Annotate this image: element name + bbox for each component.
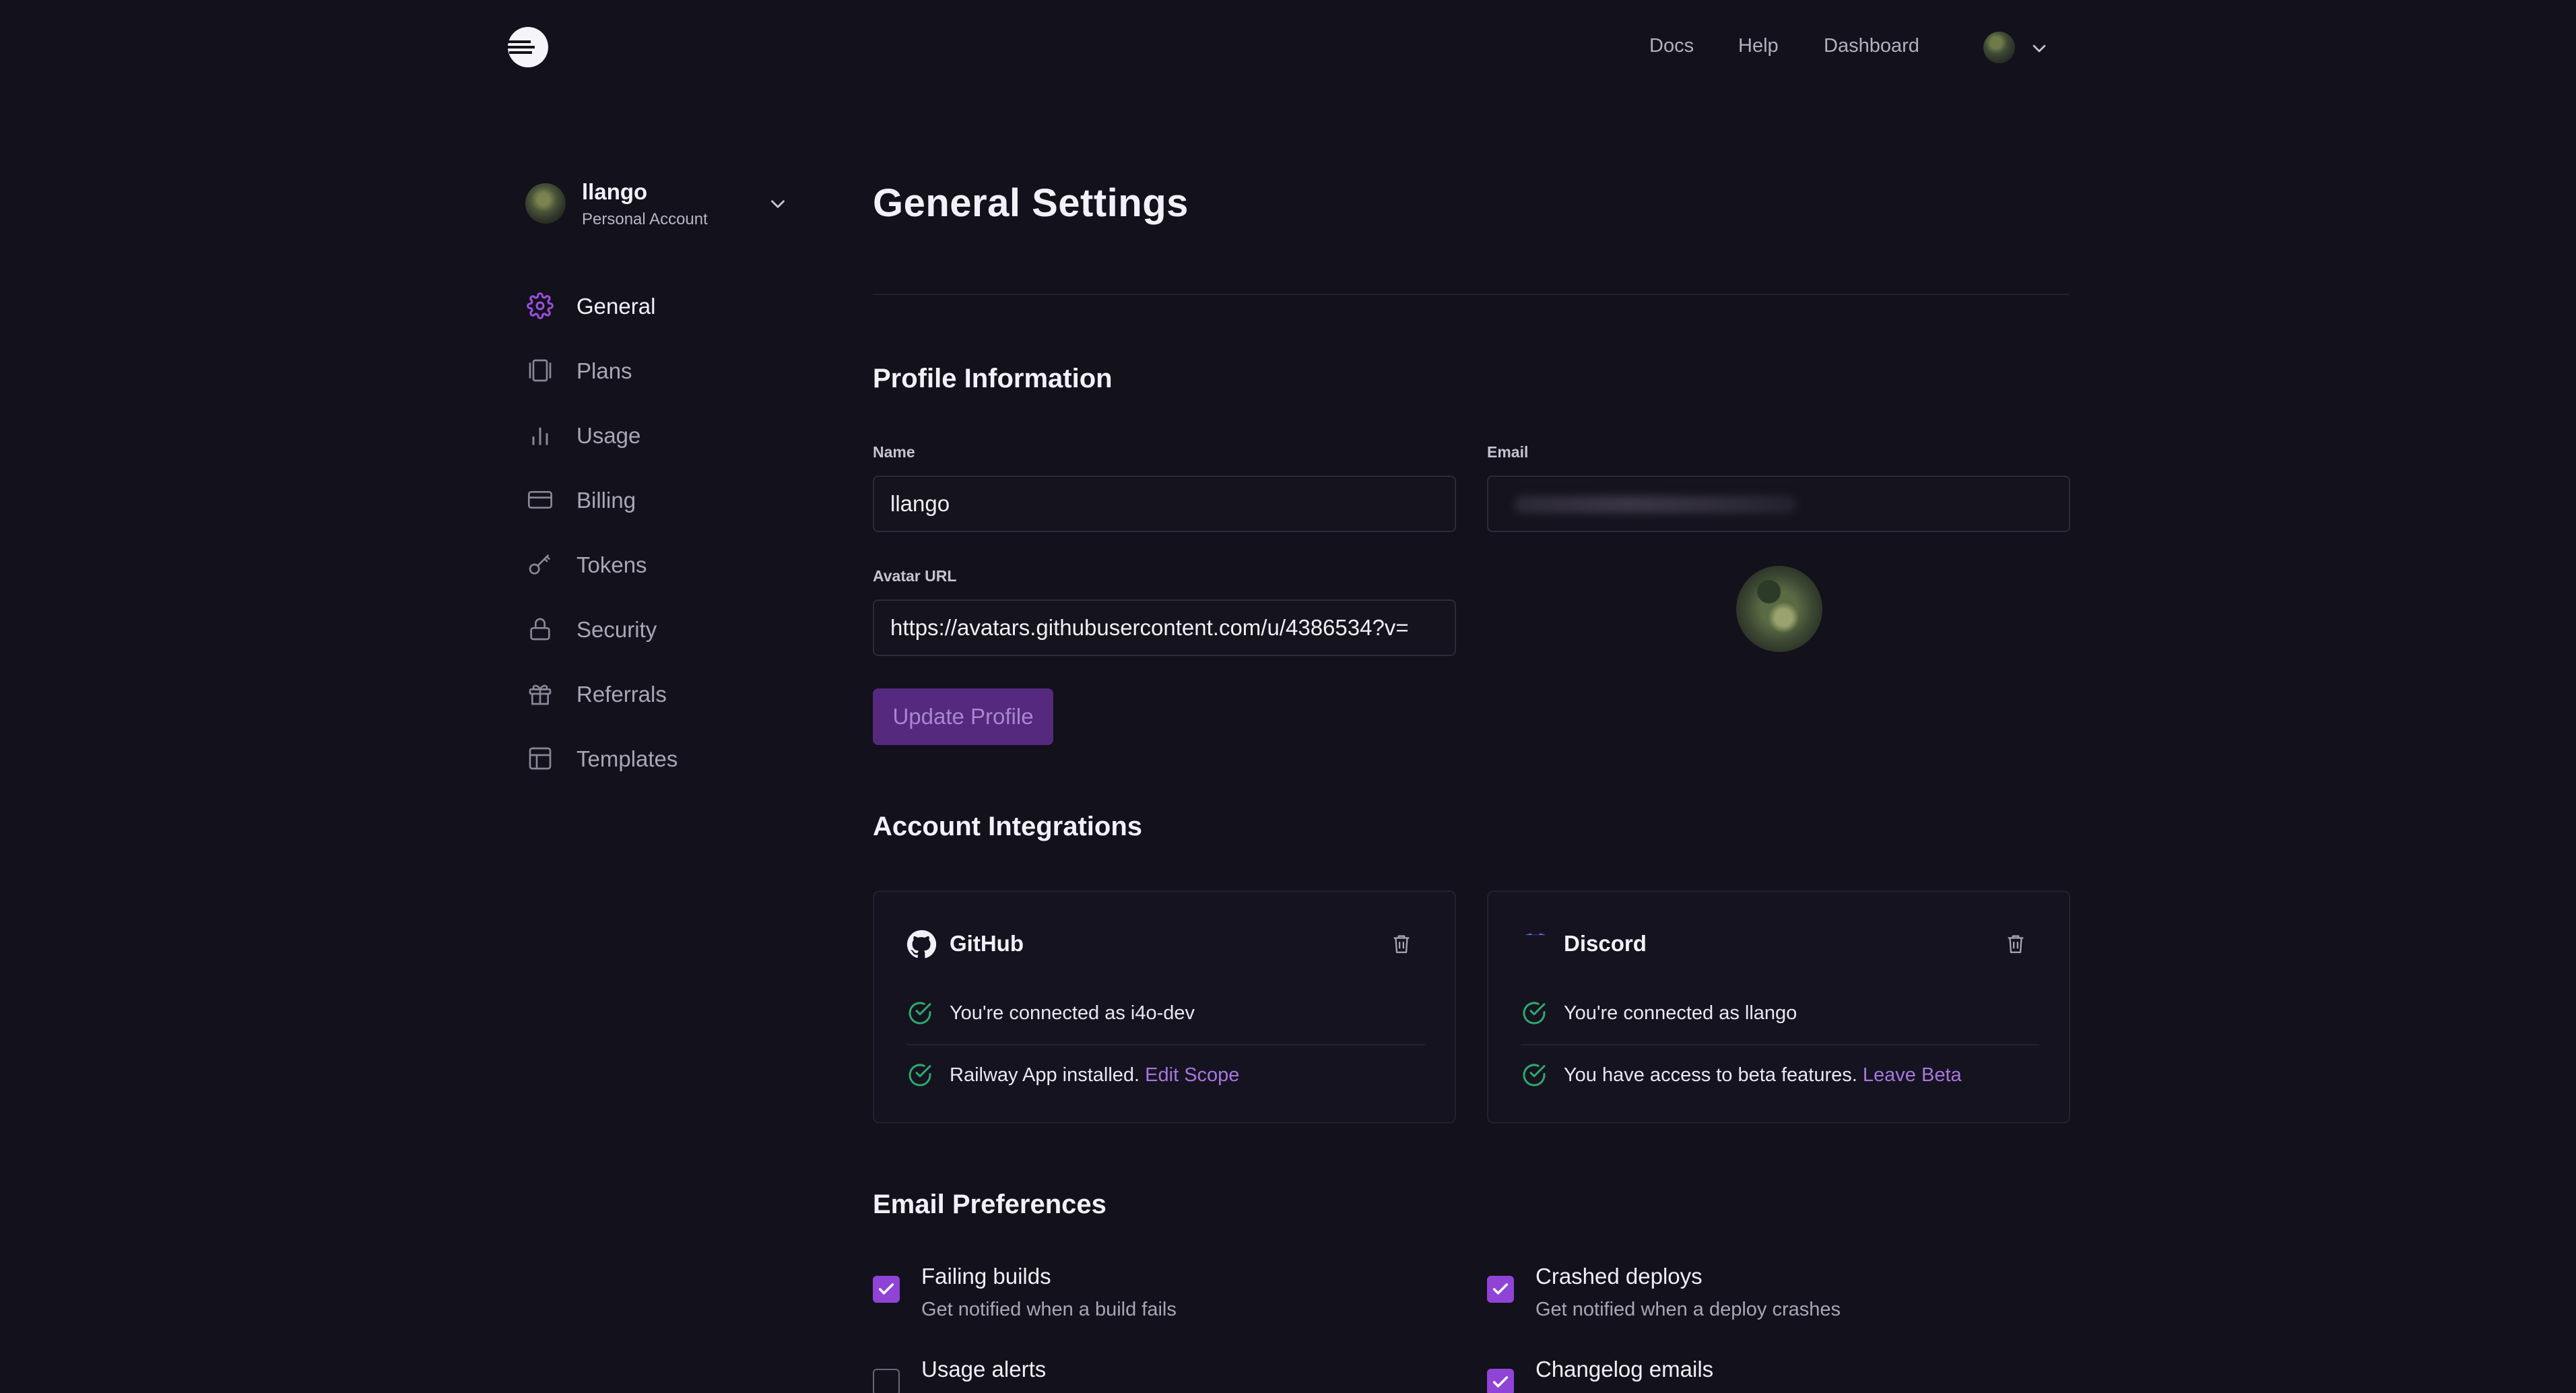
account-name: llango bbox=[582, 179, 648, 204]
sidebar-item-label: Billing bbox=[576, 488, 636, 513]
discord-icon bbox=[1525, 933, 1546, 936]
discord-connected-row: You're connected as llango bbox=[1521, 998, 2039, 1029]
trash-icon[interactable] bbox=[1390, 932, 1413, 955]
discord-beta-status: You have access to beta features. Leave … bbox=[1564, 1064, 1962, 1087]
pref-description: Get notified when a deploy crashes bbox=[1535, 1299, 1841, 1320]
check-icon bbox=[878, 1283, 894, 1295]
sidebar-item-templates[interactable]: Templates bbox=[524, 736, 807, 800]
sidebar-item-usage[interactable]: Usage bbox=[524, 412, 807, 477]
crashed-deploys-checkbox[interactable] bbox=[1487, 1276, 1514, 1303]
github-connected-text: You're connected as i4o-dev bbox=[950, 1002, 1195, 1024]
sidebar-item-referrals[interactable]: Referrals bbox=[524, 671, 807, 736]
integrations-section-title: Account Integrations bbox=[873, 812, 1143, 841]
github-connected-row: You're connected as i4o-dev bbox=[906, 998, 1425, 1029]
sidebar-item-label: Usage bbox=[576, 423, 641, 448]
avatar-preview bbox=[1736, 566, 1822, 652]
settings-sidebar: General Plans Usage Billing Tokens Secur… bbox=[524, 283, 807, 800]
discord-integration-card: Discord You're connected as llango You h… bbox=[1487, 890, 2070, 1124]
discord-name: Discord bbox=[1564, 931, 1647, 956]
gift-icon bbox=[529, 684, 552, 705]
github-app-row: Railway App installed. Edit Scope bbox=[906, 1060, 1425, 1091]
failing-builds-checkbox[interactable] bbox=[873, 1276, 900, 1303]
sidebar-item-billing[interactable]: Billing bbox=[524, 477, 807, 542]
email-field[interactable] bbox=[1487, 476, 2070, 532]
account-avatar bbox=[525, 183, 566, 224]
discord-beta-text: You have access to beta features. bbox=[1564, 1064, 1857, 1086]
discord-beta-row: You have access to beta features. Leave … bbox=[1521, 1060, 2039, 1091]
account-switcher[interactable]: llango Personal Account bbox=[524, 176, 793, 236]
trash-icon[interactable] bbox=[2004, 932, 2027, 955]
page-title: General Settings bbox=[873, 181, 1189, 225]
check-icon bbox=[1492, 1376, 1509, 1388]
pref-usage-alerts: Usage alerts bbox=[873, 1357, 1412, 1393]
github-app-status: Railway App installed. Edit Scope bbox=[950, 1064, 1239, 1087]
edit-scope-link[interactable]: Edit Scope bbox=[1145, 1064, 1239, 1086]
lock-icon bbox=[530, 618, 550, 641]
pref-description: Get notified when a build fails bbox=[921, 1299, 1177, 1320]
gear-icon bbox=[527, 292, 554, 319]
sidebar-item-label: Plans bbox=[576, 358, 632, 383]
discord-connected-text: You're connected as llango bbox=[1564, 1002, 1797, 1024]
template-icon bbox=[529, 747, 552, 770]
sidebar-item-tokens[interactable]: Tokens bbox=[524, 542, 807, 606]
pref-title: Usage alerts bbox=[921, 1357, 1047, 1382]
sidebar-item-label: Referrals bbox=[576, 682, 667, 707]
sidebar-item-general[interactable]: General bbox=[524, 283, 807, 348]
github-icon bbox=[906, 930, 936, 959]
sidebar-item-label: General bbox=[576, 294, 656, 319]
chevron-down-icon bbox=[771, 200, 785, 208]
plans-icon bbox=[529, 359, 552, 382]
leave-beta-link[interactable]: Leave Beta bbox=[1863, 1064, 1962, 1086]
main-content: General Settings Profile Information Nam… bbox=[873, 0, 2070, 1393]
github-name: GitHub bbox=[950, 931, 1024, 956]
changelog-emails-checkbox[interactable] bbox=[1487, 1369, 1514, 1393]
email-label: Email bbox=[1487, 443, 1529, 461]
account-type: Personal Account bbox=[582, 210, 708, 228]
check-icon bbox=[1492, 1283, 1509, 1295]
update-profile-button[interactable]: Update Profile bbox=[873, 688, 1053, 745]
sidebar-item-label: Security bbox=[576, 617, 657, 642]
check-circle-icon bbox=[1523, 1002, 1546, 1025]
divider bbox=[873, 294, 2069, 295]
github-app-text: Railway App installed. bbox=[950, 1064, 1140, 1086]
sidebar-item-security[interactable]: Security bbox=[524, 606, 807, 671]
check-circle-icon bbox=[909, 1002, 931, 1025]
github-integration-card: GitHub You're connected as i4o-dev Railw… bbox=[873, 890, 1456, 1124]
railway-logo-icon[interactable] bbox=[506, 26, 550, 69]
name-label: Name bbox=[873, 443, 915, 461]
sidebar-item-label: Templates bbox=[576, 746, 678, 771]
email-redacted-value bbox=[1514, 496, 1797, 513]
divider bbox=[1521, 1044, 2039, 1045]
avatar-url-input[interactable] bbox=[873, 600, 1456, 656]
sidebar-item-label: Tokens bbox=[576, 552, 647, 577]
pref-title: Failing builds bbox=[921, 1264, 1051, 1289]
key-icon bbox=[529, 554, 550, 575]
bar-chart-icon bbox=[532, 427, 548, 445]
usage-alerts-checkbox[interactable] bbox=[873, 1369, 900, 1393]
avatar-url-label: Avatar URL bbox=[873, 567, 957, 585]
settings-page: Docs Help Dashboard llango Personal Acco… bbox=[0, 0, 2576, 1393]
pref-changelog-emails: Changelog emails bbox=[1487, 1357, 2026, 1393]
pref-crashed-deploys: Crashed deploys Get notified when a depl… bbox=[1487, 1264, 2026, 1338]
profile-section-title: Profile Information bbox=[873, 364, 1113, 393]
pref-failing-builds: Failing builds Get notified when a build… bbox=[873, 1264, 1412, 1338]
sidebar-item-plans[interactable]: Plans bbox=[524, 348, 807, 412]
name-input[interactable] bbox=[873, 476, 1456, 532]
pref-title: Crashed deploys bbox=[1535, 1264, 1703, 1289]
pref-title: Changelog emails bbox=[1535, 1357, 1714, 1382]
credit-card-icon bbox=[528, 491, 552, 509]
email-preferences-title: Email Preferences bbox=[873, 1190, 1107, 1219]
check-circle-icon bbox=[1523, 1064, 1546, 1087]
divider bbox=[906, 1044, 1425, 1045]
check-circle-icon bbox=[909, 1064, 931, 1087]
